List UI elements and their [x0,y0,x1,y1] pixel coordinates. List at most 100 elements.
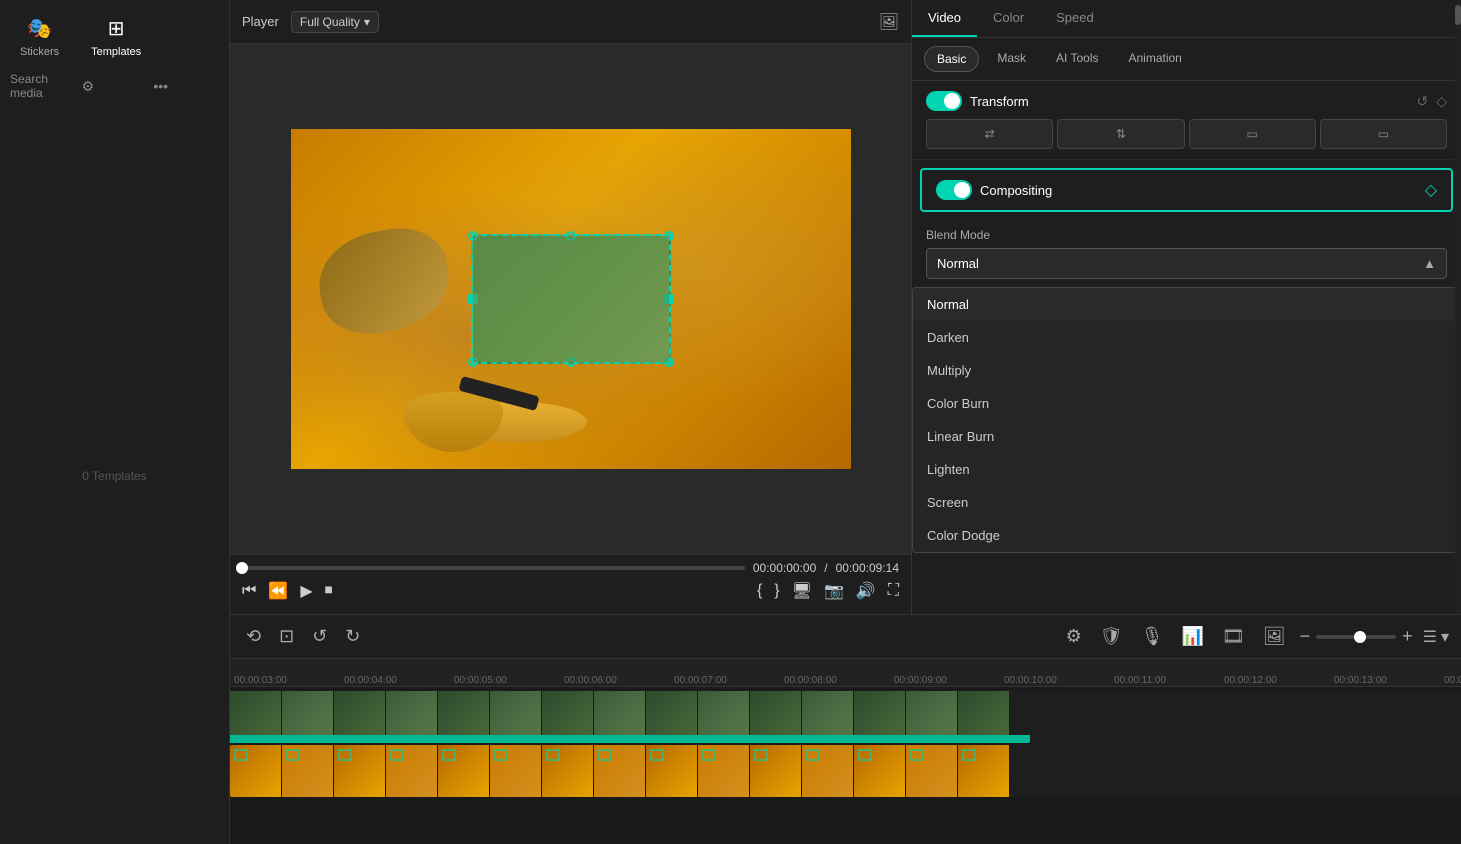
transform-diamond-icon[interactable]: ◇ [1436,93,1447,110]
subtab-basic[interactable]: Basic [924,46,979,72]
handle-mid-right[interactable] [664,294,674,304]
timeline-redo-icon[interactable]: ↻ [341,622,364,651]
timeline-toolbar: ⟲ ⊡ ↺ ↻ ⚙ 🛡 🎙 📊 🎞 🖼 − + [230,615,1461,659]
blend-option-color-burn[interactable]: Color Burn [913,387,1460,420]
handle-bot-left[interactable] [468,357,478,367]
progress-bar[interactable] [242,566,745,570]
right-panel-tabs: Video Color Speed [912,0,1461,38]
timeline-settings-icon[interactable]: ⚙ [1062,622,1086,651]
timeline-film-icon[interactable]: 🎞 [1218,622,1249,651]
filter-icon[interactable]: ⚙ [82,78,148,95]
transform-icons: ↺ ◇ [1416,93,1447,110]
flip-v-button[interactable]: ⇅ [1057,119,1184,149]
teal-bar [230,735,1030,743]
subtab-ai-tools[interactable]: AI Tools [1044,46,1110,72]
mark-out-button[interactable]: } [774,582,779,600]
ruler-mark: 00:00:10:00 [1000,675,1110,686]
step-back-button[interactable]: ⏪ [268,581,288,601]
snapshot-button[interactable]: 📷 [824,581,844,601]
handle-bot-mid[interactable] [566,357,576,367]
ruler-mark: 00:00:14:00 [1440,675,1461,686]
timeline-layer-icon[interactable]: 📊 [1177,622,1207,651]
zoom-thumb[interactable] [1354,631,1366,643]
timeline-shield-icon[interactable]: 🛡 [1096,622,1127,651]
bottom-film-frames[interactable] [230,745,1030,797]
ruler-mark: 00:00:09:00 [890,675,1000,686]
sidebar-tabs: 🎭 Stickers ⊞ Templates [0,0,229,64]
blend-option-linear-burn[interactable]: Linear Burn [913,420,1460,453]
right-panel: Video Color Speed Basic Mask AI Tools An… [911,0,1461,614]
top-filmstrip [230,691,1461,743]
sidebar-tab-stickers[interactable]: 🎭 Stickers [12,8,67,64]
track-bottom-content [230,745,1461,797]
ruler-mark: 00:00:08:00 [780,675,890,686]
handle-top-right[interactable] [664,231,674,241]
flip-h-button[interactable]: ⇄ [926,119,1053,149]
more-icon[interactable]: ••• [153,78,219,94]
subtab-animation[interactable]: Animation [1116,46,1193,72]
handle-bot-right[interactable] [664,357,674,367]
progress-row: 00:00:00:00 / 00:00:09:14 [242,561,899,575]
blend-option-lighten[interactable]: Lighten [913,453,1460,486]
transform-toggle[interactable] [926,91,962,111]
zoom-slider[interactable] [1316,635,1396,639]
crop-button[interactable]: ▭ [1189,119,1316,149]
blend-option-color-dodge[interactable]: Color Dodge [913,519,1460,552]
subtab-mask[interactable]: Mask [985,46,1038,72]
list-view-button[interactable]: ☰ [1423,627,1437,647]
timeline-mic-icon[interactable]: 🎙 [1137,622,1168,651]
pip-frame[interactable] [471,234,671,364]
handle-mid-left[interactable] [468,294,478,304]
timeline-history-icon[interactable]: ⟲ [242,622,265,651]
blend-option-darken[interactable]: Darken [913,321,1460,354]
bottom-filmstrip [230,745,1461,797]
stop-button[interactable]: ⏹ [325,582,333,600]
audio-button[interactable]: 🔊 [856,581,876,601]
blend-mode-value: Normal [937,256,979,271]
tab-speed[interactable]: Speed [1040,0,1110,37]
handle-top-left[interactable] [468,231,478,241]
zoom-out-button[interactable]: − [1300,626,1311,647]
zoom-in-button[interactable]: + [1402,626,1413,647]
blend-option-normal[interactable]: Normal [913,288,1460,321]
tab-video[interactable]: Video [912,0,977,37]
reset-icon[interactable]: ↺ [1416,93,1428,110]
track-top [230,691,1461,743]
handle-top-mid[interactable] [566,231,576,241]
timeline-media-icon[interactable]: 🖼 [1259,622,1290,651]
monitor-button[interactable]: 🖥 [792,581,812,601]
ruler-mark: 00:00:12:00 [1220,675,1330,686]
blend-option-multiply[interactable]: Multiply [913,354,1460,387]
blend-mode-label: Blend Mode [926,228,1447,242]
progress-dot[interactable] [236,562,248,574]
sidebar-empty-state: 0 Templates [0,108,229,844]
skip-back-button[interactable]: ⏮ [242,582,256,600]
timeline-crop-icon[interactable]: ⊡ [275,622,298,651]
blend-option-screen[interactable]: Screen [913,486,1460,519]
sidebar-tab-templates[interactable]: ⊞ Templates [83,8,149,64]
main-video-area: Player Full Quality ▾ 🖼 [230,0,911,614]
stickers-label: Stickers [20,46,59,58]
left-sidebar: 🎭 Stickers ⊞ Templates Search media ⚙ ••… [0,0,230,844]
blend-mode-select[interactable]: Normal ▲ [926,248,1447,279]
ruler-mark: 00:00:13:00 [1330,675,1440,686]
compositing-diamond-icon[interactable]: ◇ [1425,180,1437,200]
tab-color[interactable]: Color [977,0,1040,37]
image-icon[interactable]: 🖼 [879,12,899,32]
mark-in-button[interactable]: { [757,582,762,600]
blend-dropdown-scroll[interactable]: Normal Darken Multiply Color Burn Linear… [913,288,1460,552]
frame-button[interactable]: ▭ [1320,119,1447,149]
view-chevron-icon[interactable]: ▾ [1441,627,1449,647]
compositing-toggle[interactable] [936,180,972,200]
ruler-mark: 00:00:07:00 [670,675,780,686]
transform-header: Transform ↺ ◇ [926,91,1447,111]
ruler-mark: 00:00:04:00 [340,675,450,686]
track-bottom [230,745,1461,797]
fullscreen-button[interactable]: ⛶ [888,582,899,600]
quality-select[interactable]: Full Quality ▾ [291,11,379,33]
timeline-ruler: 00:00:03:00 00:00:04:00 00:00:05:00 00:0… [230,659,1461,687]
play-button[interactable]: ▶ [300,581,312,601]
controls-row: ⏮ ⏪ ▶ ⏹ { } 🖥 📷 🔊 ⛶ [242,581,899,601]
timeline-undo-icon[interactable]: ↺ [308,622,331,651]
panel-subtabs: Basic Mask AI Tools Animation [912,38,1461,81]
